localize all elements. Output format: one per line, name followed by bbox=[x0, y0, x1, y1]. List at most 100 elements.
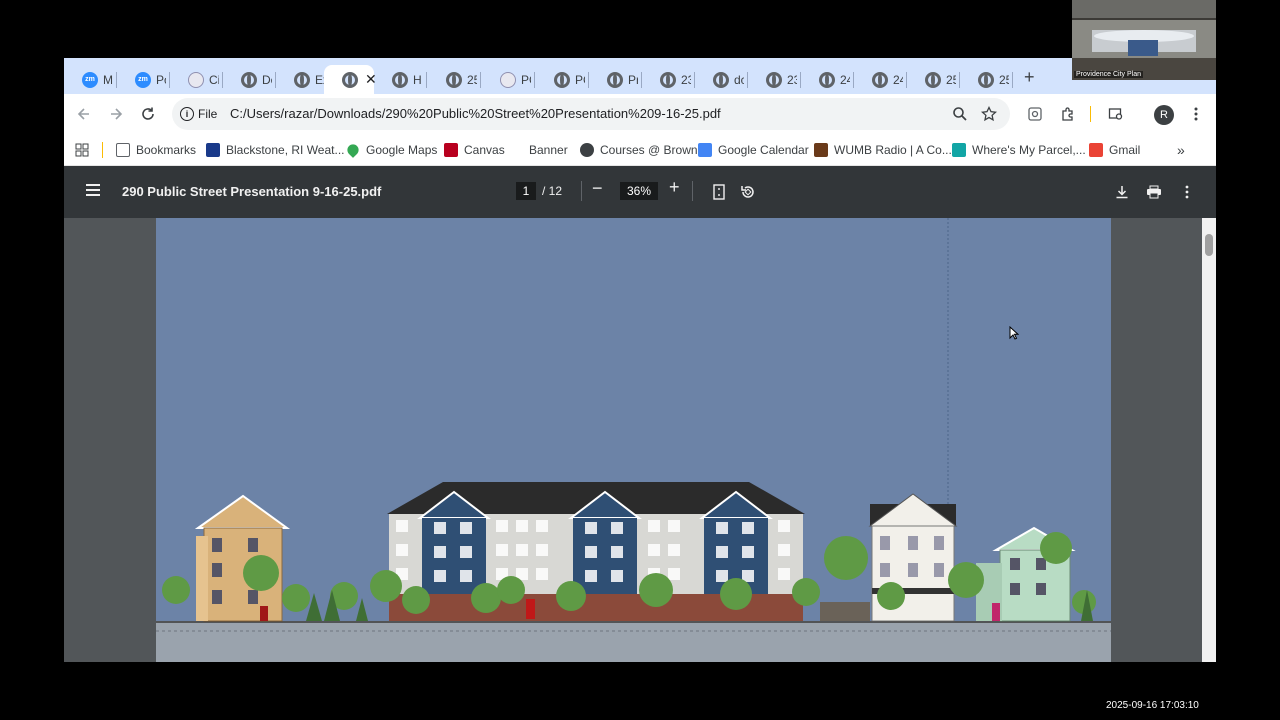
browser-window: zm Mzm Po Ci De Ex✕ H 25 PC PC Pr 23 dc 23 24 24 25 25 + i… bbox=[64, 58, 1216, 662]
scrollbar-thumb[interactable] bbox=[1205, 234, 1213, 256]
browser-menu-button[interactable] bbox=[1184, 102, 1208, 126]
video-call-thumbnail[interactable]: Providence City Plan bbox=[1072, 0, 1216, 80]
print-button[interactable] bbox=[1144, 182, 1164, 202]
bookmarks-divider bbox=[102, 142, 103, 158]
fit-page-button[interactable] bbox=[709, 182, 729, 202]
bookmark-item[interactable]: Canvas bbox=[444, 140, 505, 160]
tab-separator bbox=[1012, 72, 1013, 88]
globe-icon bbox=[554, 71, 570, 88]
bookmark-item[interactable]: Blackstone, RI Weat... bbox=[206, 140, 345, 160]
tab[interactable]: 24 bbox=[854, 65, 907, 94]
zoom-level-input[interactable]: 36% bbox=[620, 182, 658, 200]
tab[interactable]: Ci bbox=[170, 65, 223, 94]
scheme-label: File bbox=[198, 107, 218, 121]
globe-icon bbox=[925, 71, 941, 88]
page-number-input[interactable]: 1 bbox=[516, 182, 536, 200]
gmail-icon bbox=[1089, 143, 1103, 157]
pdf-title: 290 Public Street Presentation 9-16-25.p… bbox=[122, 184, 382, 199]
recording-timestamp: 2025-09-16 17:03:10 bbox=[1106, 700, 1199, 711]
rotate-icon bbox=[741, 186, 754, 198]
tab[interactable]: Pr bbox=[589, 65, 642, 94]
bookmark-label: Blackstone, RI Weat... bbox=[226, 143, 345, 157]
tab[interactable]: H bbox=[374, 65, 427, 94]
bookmark-item[interactable]: Gmail bbox=[1089, 140, 1140, 160]
zoom-icon: zm bbox=[82, 71, 98, 88]
pdf-toolbar: 290 Public Street Presentation 9-16-25.p… bbox=[64, 166, 1216, 218]
globe-icon bbox=[607, 71, 623, 88]
tab-strip: zm Mzm Po Ci De Ex✕ H 25 PC PC Pr 23 dc 23 24 24 25 25 + bbox=[64, 58, 1216, 94]
bookmark-label: Where's My Parcel,... bbox=[972, 143, 1086, 157]
tab-label: 25 bbox=[999, 72, 1009, 87]
radio-icon bbox=[814, 143, 828, 157]
bookmark-item[interactable]: Google Maps bbox=[345, 140, 438, 160]
pdf-divider bbox=[581, 181, 582, 201]
globe-icon bbox=[580, 143, 594, 157]
puzzle-icon bbox=[1062, 107, 1073, 121]
tab[interactable]: 25 bbox=[960, 65, 1013, 94]
reload-button[interactable] bbox=[136, 102, 160, 126]
pdf-sidebar-menu-button[interactable] bbox=[86, 184, 100, 196]
bookmarks-overflow-button[interactable]: » bbox=[1177, 140, 1185, 160]
url-text[interactable]: C:/Users/razar/Downloads/290%20Public%20… bbox=[230, 106, 721, 121]
calendar-icon bbox=[698, 143, 712, 157]
bookmark-label: Google Maps bbox=[366, 143, 438, 157]
tab[interactable]: 25 bbox=[907, 65, 960, 94]
bookmark-label: Bookmarks bbox=[136, 143, 197, 157]
bookmark-item[interactable]: Banner bbox=[529, 140, 568, 160]
reload-icon bbox=[142, 107, 154, 120]
zoom-out-button[interactable]: − bbox=[592, 178, 603, 199]
tab-label: De bbox=[262, 72, 272, 87]
apps-button[interactable] bbox=[70, 138, 94, 162]
info-icon: i bbox=[180, 107, 194, 121]
brown-shield-icon bbox=[444, 143, 458, 157]
tab[interactable]: 24 bbox=[801, 65, 854, 94]
bookmark-item[interactable]: WUMB Radio | A Co... bbox=[814, 140, 952, 160]
star-icon bbox=[981, 106, 997, 122]
zoom-in-button[interactable]: + bbox=[669, 177, 680, 198]
tab-search-icon bbox=[1108, 108, 1123, 120]
tab[interactable]: PC bbox=[482, 65, 535, 94]
tab-active[interactable]: ✕ bbox=[324, 65, 377, 94]
tab[interactable]: Ex bbox=[276, 65, 329, 94]
tab[interactable]: PC bbox=[536, 65, 589, 94]
site-info-chip[interactable]: i File bbox=[180, 103, 217, 125]
forward-button[interactable] bbox=[104, 102, 128, 126]
tab[interactable]: dc bbox=[695, 65, 748, 94]
zoom-search-button[interactable] bbox=[948, 102, 972, 126]
forward-arrow-icon bbox=[111, 108, 123, 120]
tab-separator bbox=[426, 72, 427, 88]
bookmark-label: WUMB Radio | A Co... bbox=[834, 143, 952, 157]
tab-search-button[interactable] bbox=[1104, 102, 1128, 126]
page-total: / 12 bbox=[542, 184, 563, 198]
printer-icon bbox=[1147, 185, 1161, 199]
vertical-scrollbar[interactable] bbox=[1202, 218, 1216, 662]
browser-toolbar: i File C:/Users/razar/Downloads/290%20Pu… bbox=[64, 94, 1216, 134]
tab[interactable]: zm M bbox=[64, 65, 117, 94]
bookmark-label: Banner bbox=[529, 143, 568, 157]
address-bar[interactable]: i File C:/Users/razar/Downloads/290%20Pu… bbox=[172, 98, 1010, 130]
download-button[interactable] bbox=[1112, 182, 1132, 202]
extension-button[interactable] bbox=[1023, 102, 1047, 126]
extension-gear-icon bbox=[1028, 107, 1042, 121]
bookmark-star-button[interactable] bbox=[977, 102, 1001, 126]
bookmark-label: Gmail bbox=[1109, 143, 1141, 157]
tab[interactable]: 23 bbox=[642, 65, 695, 94]
bookmark-item[interactable]: Courses @ Brown bbox=[580, 140, 698, 160]
globe-icon bbox=[660, 71, 676, 88]
back-button[interactable] bbox=[72, 102, 96, 126]
rotate-button[interactable] bbox=[738, 182, 758, 202]
ground-strip bbox=[156, 621, 1111, 662]
globe-icon bbox=[819, 71, 835, 88]
tab[interactable]: 23 bbox=[748, 65, 801, 94]
bookmark-item[interactable]: Where's My Parcel,... bbox=[952, 140, 1086, 160]
profile-avatar[interactable]: R bbox=[1154, 105, 1174, 125]
tab[interactable]: De bbox=[223, 65, 276, 94]
bookmark-item[interactable]: Bookmarks bbox=[116, 140, 196, 160]
extensions-button[interactable] bbox=[1056, 102, 1080, 126]
tab[interactable]: zm Po bbox=[117, 65, 170, 94]
tab[interactable]: 25 bbox=[428, 65, 481, 94]
new-tab-button[interactable]: + bbox=[1024, 67, 1035, 88]
pdf-more-button[interactable] bbox=[1177, 182, 1197, 202]
bookmark-item[interactable]: Google Calendar bbox=[698, 140, 809, 160]
pdf-viewport[interactable] bbox=[64, 218, 1216, 662]
